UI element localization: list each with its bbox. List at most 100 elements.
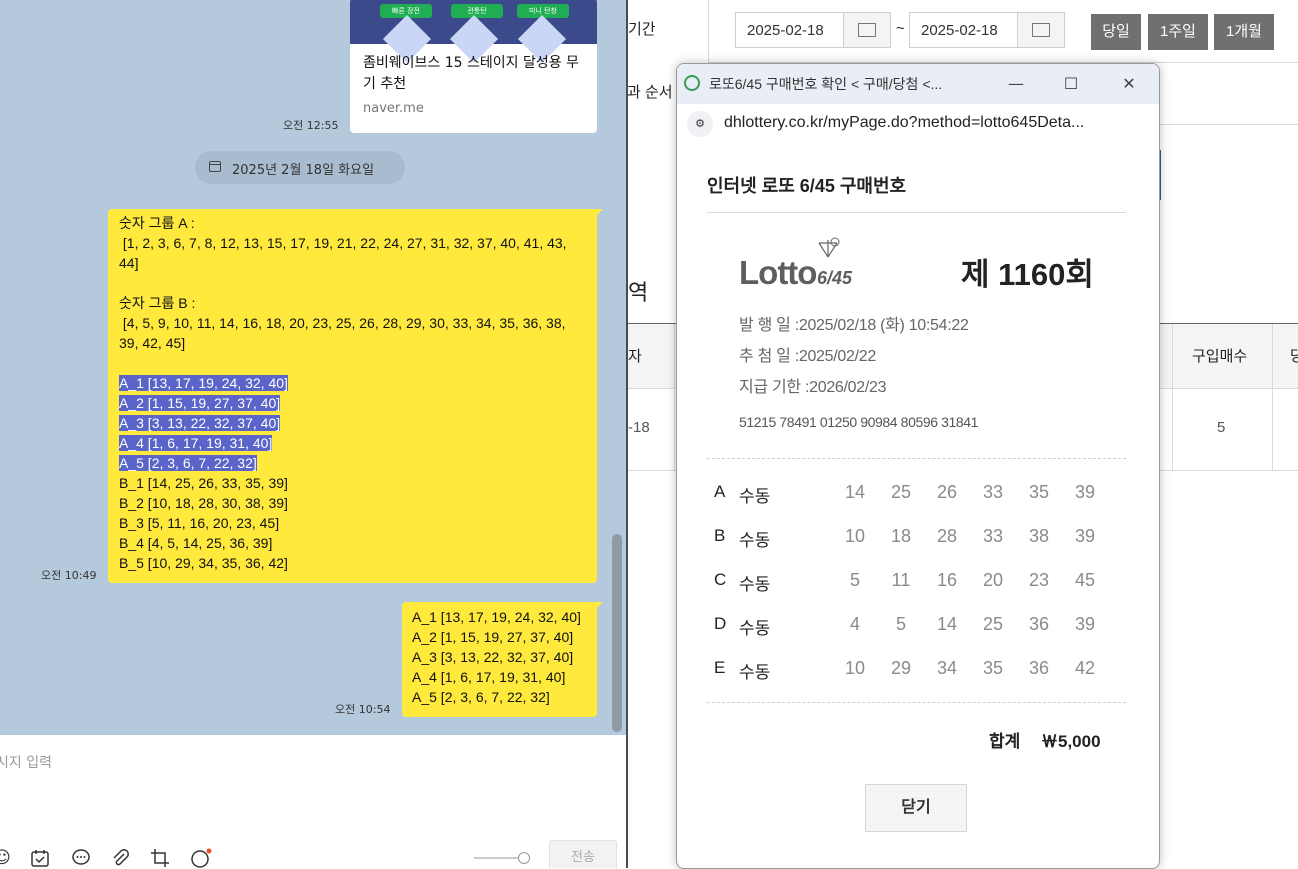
lotto-number: 11 — [891, 570, 911, 590]
clover-logo-icon — [818, 237, 840, 258]
game-letter: E — [714, 658, 726, 677]
chat-window: 빠른 장전 관통탄 미니 탄창 좀비웨이브스 15 스테이지 달성용 무기 추천… — [0, 0, 626, 868]
message-time: 오전 12:55 — [283, 119, 339, 132]
date-from-value: 2025-02-18 — [747, 22, 824, 39]
deadline-value: 2026/02/23 — [809, 379, 887, 396]
link-preview-card[interactable]: 빠른 장전 관통탄 미니 탄창 좀비웨이브스 15 스테이지 달성용 무기 추천… — [350, 0, 597, 133]
lotto-number: 35 — [1028, 482, 1050, 502]
site-settings-icon[interactable]: ⚙ — [687, 111, 713, 137]
date-to-input[interactable]: 2025-02-18 — [909, 12, 1065, 48]
crop-icon[interactable] — [150, 848, 170, 868]
lotto-number: 39 — [1074, 526, 1096, 546]
message-line: A_1 [13, 17, 19, 24, 32, 40] — [412, 609, 581, 625]
game-row: C 수동 5 11 16 20 23 45 — [707, 560, 1126, 604]
draw-number: 제 1160회 — [961, 257, 1094, 292]
lotto-number: 4 — [849, 614, 860, 634]
divider — [674, 324, 675, 471]
calendar-check-icon[interactable] — [30, 848, 50, 868]
date-divider-text: 2025년 2월 18일 화요일 — [232, 163, 375, 178]
date-to-value: 2025-02-18 — [921, 22, 998, 39]
lotto-number: 14 — [844, 482, 866, 502]
message-line: B_4 [4, 5, 14, 25, 36, 39] — [119, 535, 273, 551]
lotto-number: 25 — [982, 614, 1004, 634]
table-cell: -18 — [628, 419, 650, 436]
lotto-number: 26 — [936, 482, 958, 502]
thumb-label: 관통탄 — [451, 4, 503, 18]
window-titlebar[interactable]: 로또6/45 구매번호 확인 < 구매/당첨 <... — ☐ ✕ — [677, 64, 1159, 104]
minimize-icon[interactable]: — — [1001, 70, 1031, 98]
date-from-input[interactable]: 2025-02-18 — [735, 12, 891, 48]
selected-text-line: A_3 [3, 13, 22, 32, 37, 40] — [119, 415, 281, 431]
lotto-number: 18 — [890, 526, 912, 546]
today-button[interactable]: 당일 — [1091, 14, 1141, 50]
order-label: 과 순서 — [628, 84, 673, 101]
lotto-number: 39 — [1074, 614, 1096, 634]
message-bubble-received[interactable]: 숫자 그룹 A : [1, 2, 3, 6, 7, 8, 12, 13, 15,… — [108, 209, 603, 583]
tilde: ~ — [896, 20, 905, 37]
message-line: 숫자 그룹 A : — [119, 215, 195, 231]
game-row: E 수동 10 29 34 35 36 42 — [707, 648, 1126, 692]
date-divider: 2025년 2월 18일 화요일 — [195, 151, 405, 184]
lotto-number: 29 — [890, 658, 912, 678]
selected-text-line: A_4 [1, 6, 17, 19, 31, 40] — [119, 435, 273, 451]
message-line: B_5 [10, 29, 34, 35, 36, 42] — [119, 555, 288, 571]
divider — [707, 212, 1126, 213]
game-mode: 수동 — [739, 531, 771, 550]
table-header-cell: 구입매수 — [1192, 348, 1248, 365]
selected-text-line: A_5 [2, 3, 6, 7, 22, 32] — [119, 455, 257, 471]
dashed-divider — [707, 702, 1126, 703]
issue-date-row: 발 행 일 :2025/02/18 (화) 10:54:22 — [739, 311, 969, 335]
paperclip-icon[interactable] — [110, 848, 130, 868]
url-text[interactable]: dhlottery.co.kr/myPage.do?method=lotto64… — [724, 114, 1084, 132]
dashed-divider — [707, 458, 1126, 459]
one-week-button[interactable]: 1주일 — [1148, 14, 1208, 50]
chat-scrollbar[interactable] — [612, 534, 622, 732]
lotto-number: 42 — [1074, 658, 1096, 678]
game-letter: C — [714, 570, 727, 589]
slider-knob[interactable] — [518, 852, 530, 864]
speech-bubble-icon[interactable] — [71, 848, 91, 868]
game-row: B 수동 10 18 28 33 38 39 — [707, 516, 1126, 560]
address-bar[interactable]: ⚙ dhlottery.co.kr/myPage.do?method=lotto… — [681, 104, 1155, 142]
send-button[interactable]: 전송 — [549, 840, 617, 868]
table-header-cell: 자 — [628, 348, 642, 365]
period-label: 기간 — [628, 21, 656, 38]
lotto-number: 38 — [1028, 526, 1050, 546]
link-title[interactable]: 좀비웨이브스 15 스테이지 달성용 무기 추천 — [363, 53, 588, 95]
lotto-number: 16 — [936, 570, 958, 590]
ticket-barcode-number: 51215 78491 01250 90984 80596 31841 — [739, 414, 979, 430]
lotto-number: 25 — [890, 482, 912, 502]
game-row: A 수동 14 25 26 33 35 39 — [707, 472, 1126, 516]
game-mode: 수동 — [739, 487, 771, 506]
emoji-icon[interactable]: ☺ — [0, 848, 12, 868]
message-line: B_1 [14, 25, 26, 33, 35, 39] — [119, 475, 288, 491]
draw-date-row: 추 첨 일 :2025/02/22 — [739, 342, 876, 366]
close-button[interactable]: 닫기 — [865, 784, 967, 832]
message-line: 39, 42, 45] — [119, 335, 186, 351]
calendar-button[interactable] — [1017, 13, 1064, 47]
calendar-button[interactable] — [843, 13, 890, 47]
message-line: [4, 5, 9, 10, 11, 14, 16, 18, 20, 23, 25… — [119, 315, 566, 331]
link-domain: naver.me — [363, 101, 424, 116]
close-icon[interactable]: ✕ — [1114, 70, 1144, 98]
message-line — [119, 353, 597, 373]
divider — [1172, 324, 1173, 471]
message-line: A_5 [2, 3, 6, 7, 22, 32] — [412, 689, 550, 705]
font-icon[interactable] — [190, 848, 212, 868]
message-bubble-sent[interactable]: A_1 [13, 17, 19, 24, 32, 40] A_2 [1, 15,… — [402, 602, 603, 717]
lotto-number: 10 — [844, 526, 866, 546]
zoom-slider[interactable] — [474, 852, 530, 864]
compose-area[interactable]: 시지 입력 ☺ 전송 — [0, 735, 626, 868]
maximize-icon[interactable]: ☐ — [1056, 70, 1086, 98]
one-month-button[interactable]: 1개월 — [1214, 14, 1274, 50]
message-time: 오전 10:49 — [41, 569, 97, 582]
lotto-number: 23 — [1028, 570, 1050, 590]
lotto-number: 34 — [936, 658, 958, 678]
message-input[interactable]: 시지 입력 — [0, 752, 52, 772]
lotto-number: 45 — [1074, 570, 1096, 590]
total-value: ￦5,000 — [1041, 732, 1101, 751]
lotto-number: 35 — [982, 658, 1004, 678]
lotto-logo: Lotto — [739, 254, 817, 291]
game-letter: D — [714, 614, 727, 633]
lotto-number: 14 — [936, 614, 958, 634]
